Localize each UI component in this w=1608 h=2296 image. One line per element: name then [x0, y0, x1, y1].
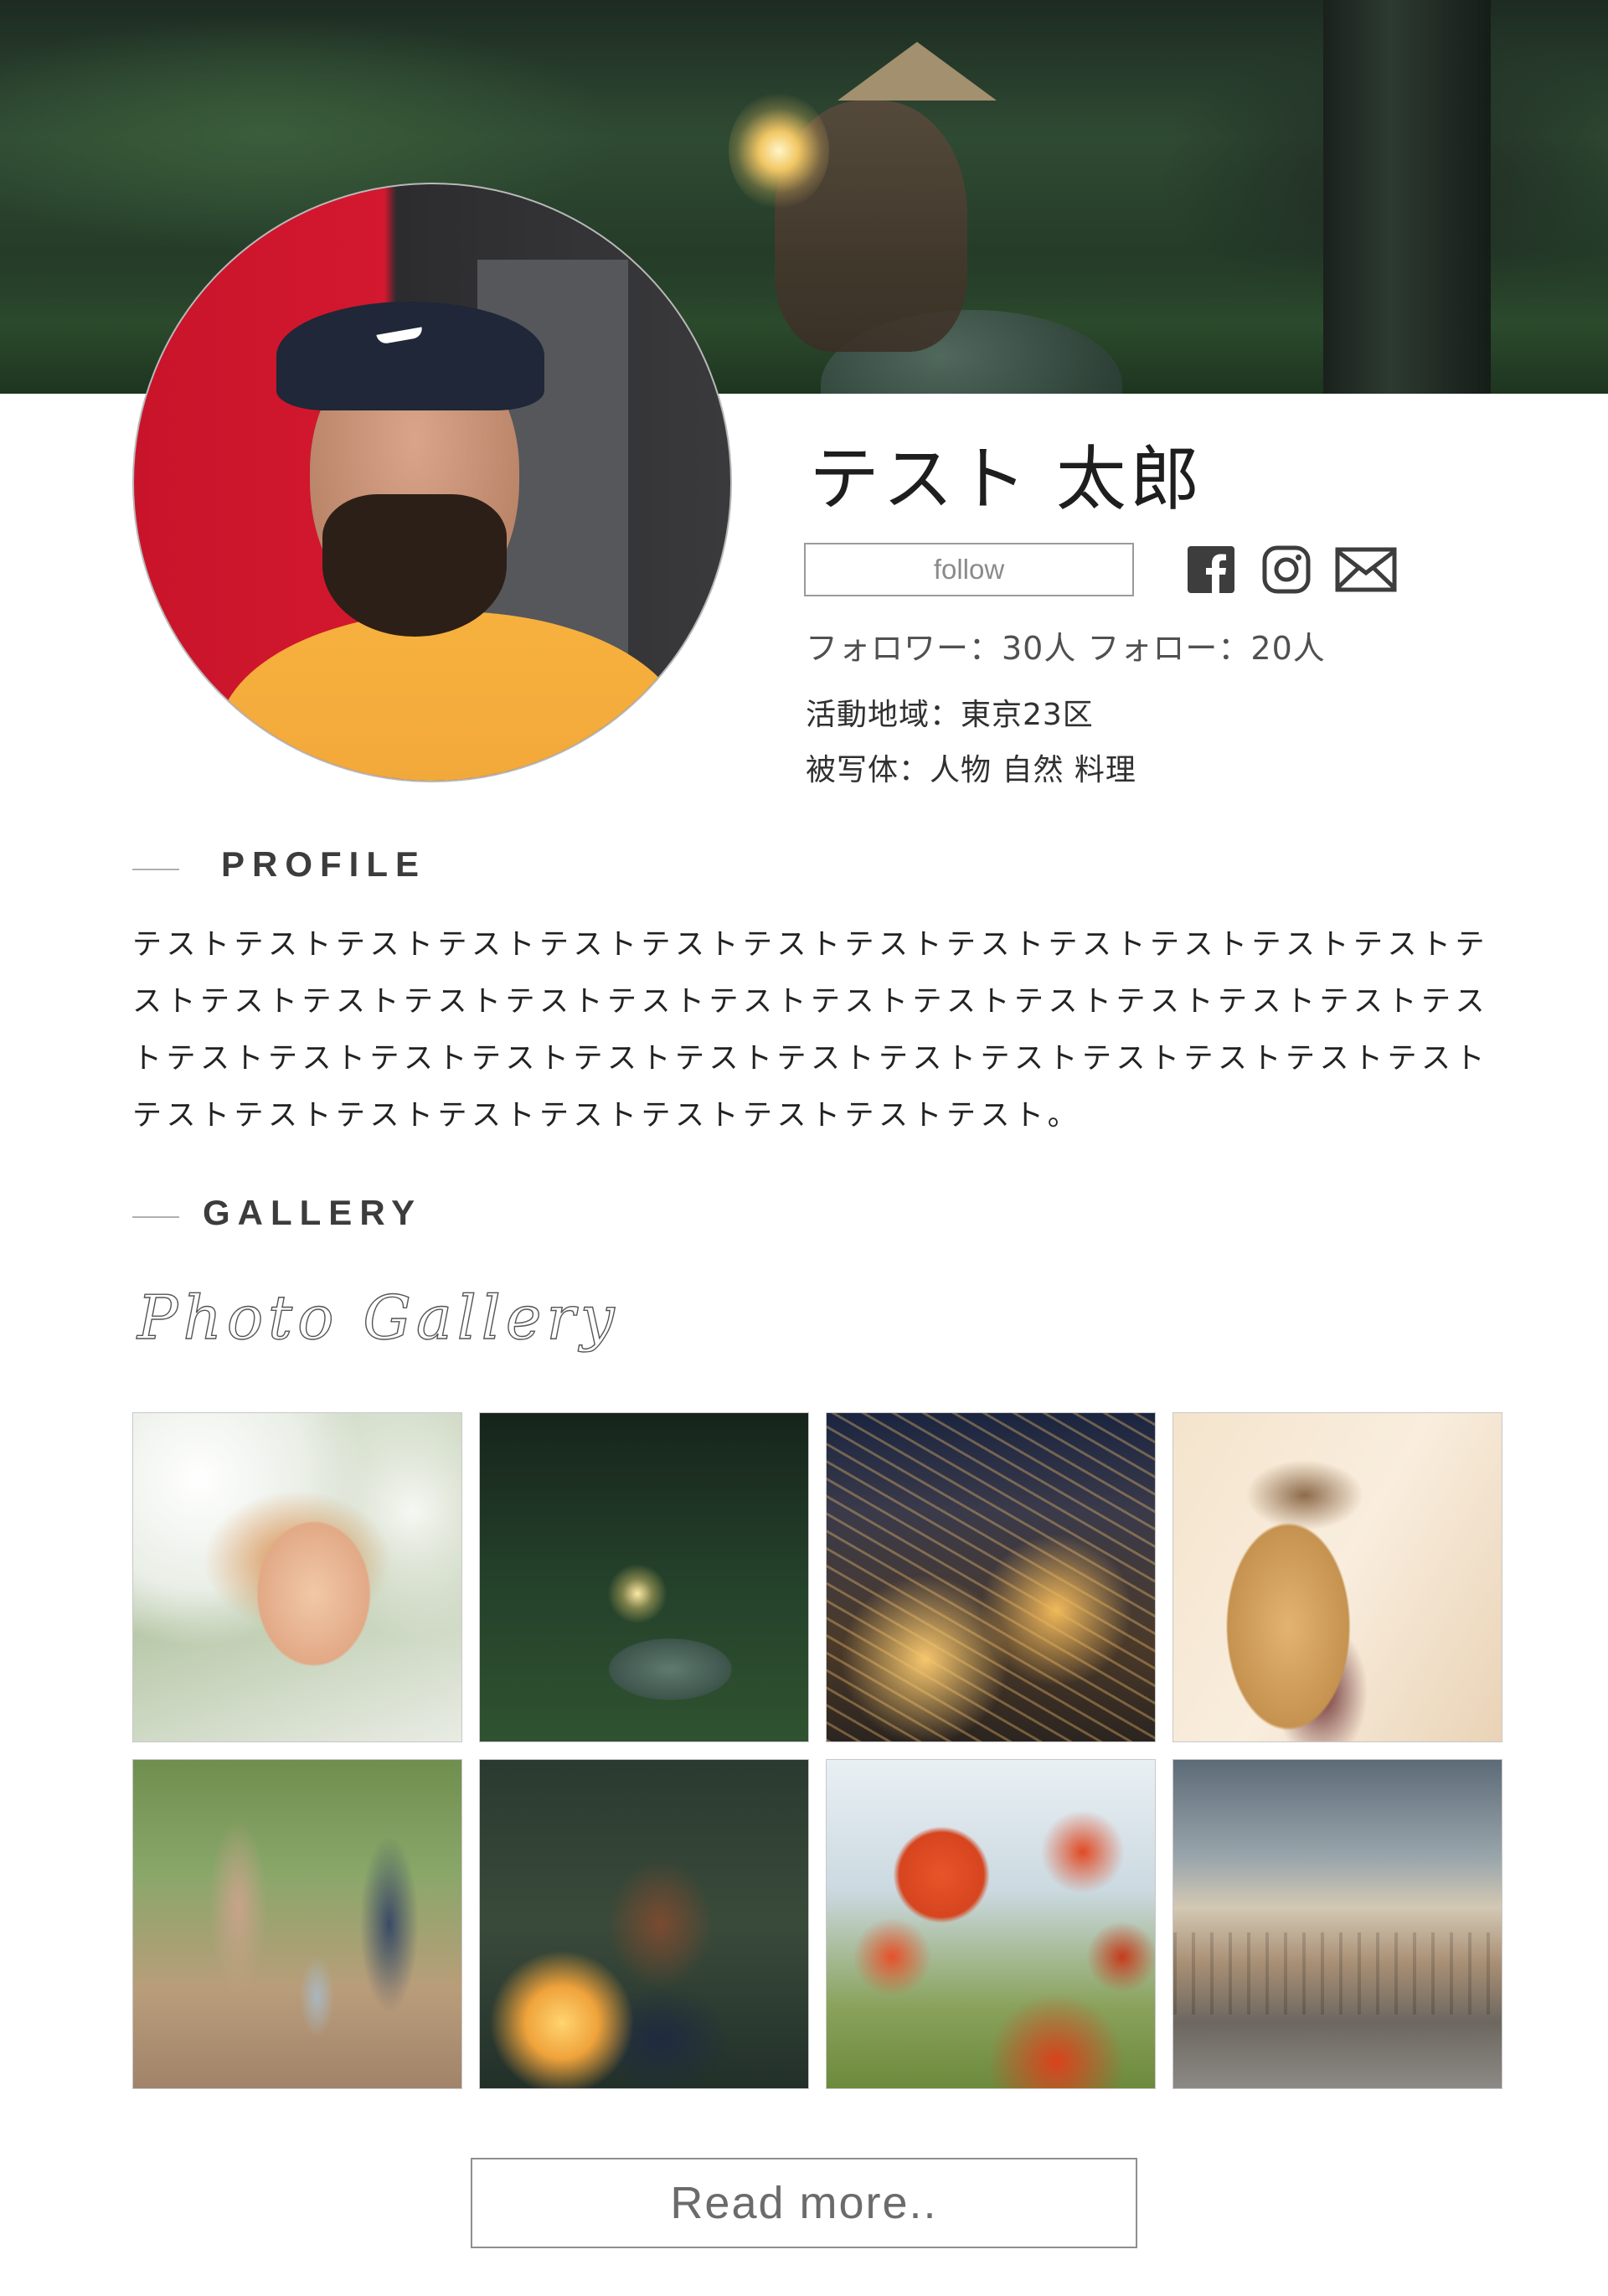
photo-subjects: 被写体：人物 自然 料理	[806, 753, 1136, 787]
facebook-icon[interactable]	[1186, 544, 1236, 595]
gallery-photo-1[interactable]	[132, 1412, 462, 1742]
gallery-photo-7[interactable]	[826, 1759, 1156, 2089]
cover-tree	[1323, 0, 1491, 394]
gallery-heading: GALLERY	[203, 1193, 423, 1232]
profile-name: テスト 太郎	[809, 438, 1203, 520]
photo-gallery-script-title: Photo Gallery	[135, 1282, 620, 1353]
mail-icon[interactable]	[1335, 544, 1397, 595]
activity-area: 活動地域：東京23区	[806, 698, 1094, 732]
photo-gallery-grid	[132, 1412, 1506, 2091]
gallery-photo-2[interactable]	[479, 1412, 809, 1742]
read-more-button[interactable]: Read more..	[471, 2158, 1137, 2248]
follower-stats: フォロワー：30人 フォロー：20人	[806, 630, 1326, 667]
follow-button[interactable]: follow	[804, 543, 1134, 596]
instagram-icon[interactable]	[1261, 544, 1312, 595]
profile-avatar	[132, 183, 732, 782]
gallery-photo-5[interactable]	[132, 1759, 462, 2089]
profile-description: テストテストテストテストテストテストテストテストテストテストテストテストテストテ…	[132, 928, 1490, 1133]
gallery-photo-4[interactable]	[1172, 1412, 1502, 1742]
gallery-photo-3[interactable]	[826, 1412, 1156, 1742]
cover-hat	[838, 42, 997, 101]
gallery-heading-line	[132, 1216, 179, 1218]
cover-lantern-glow	[729, 92, 829, 209]
gallery-photo-6[interactable]	[479, 1759, 809, 2089]
profile-heading: PROFILE	[221, 844, 427, 884]
svg-text:Photo Gallery: Photo Gallery	[136, 1282, 620, 1353]
gallery-photo-8[interactable]	[1172, 1759, 1502, 2089]
profile-heading-line	[132, 869, 179, 870]
